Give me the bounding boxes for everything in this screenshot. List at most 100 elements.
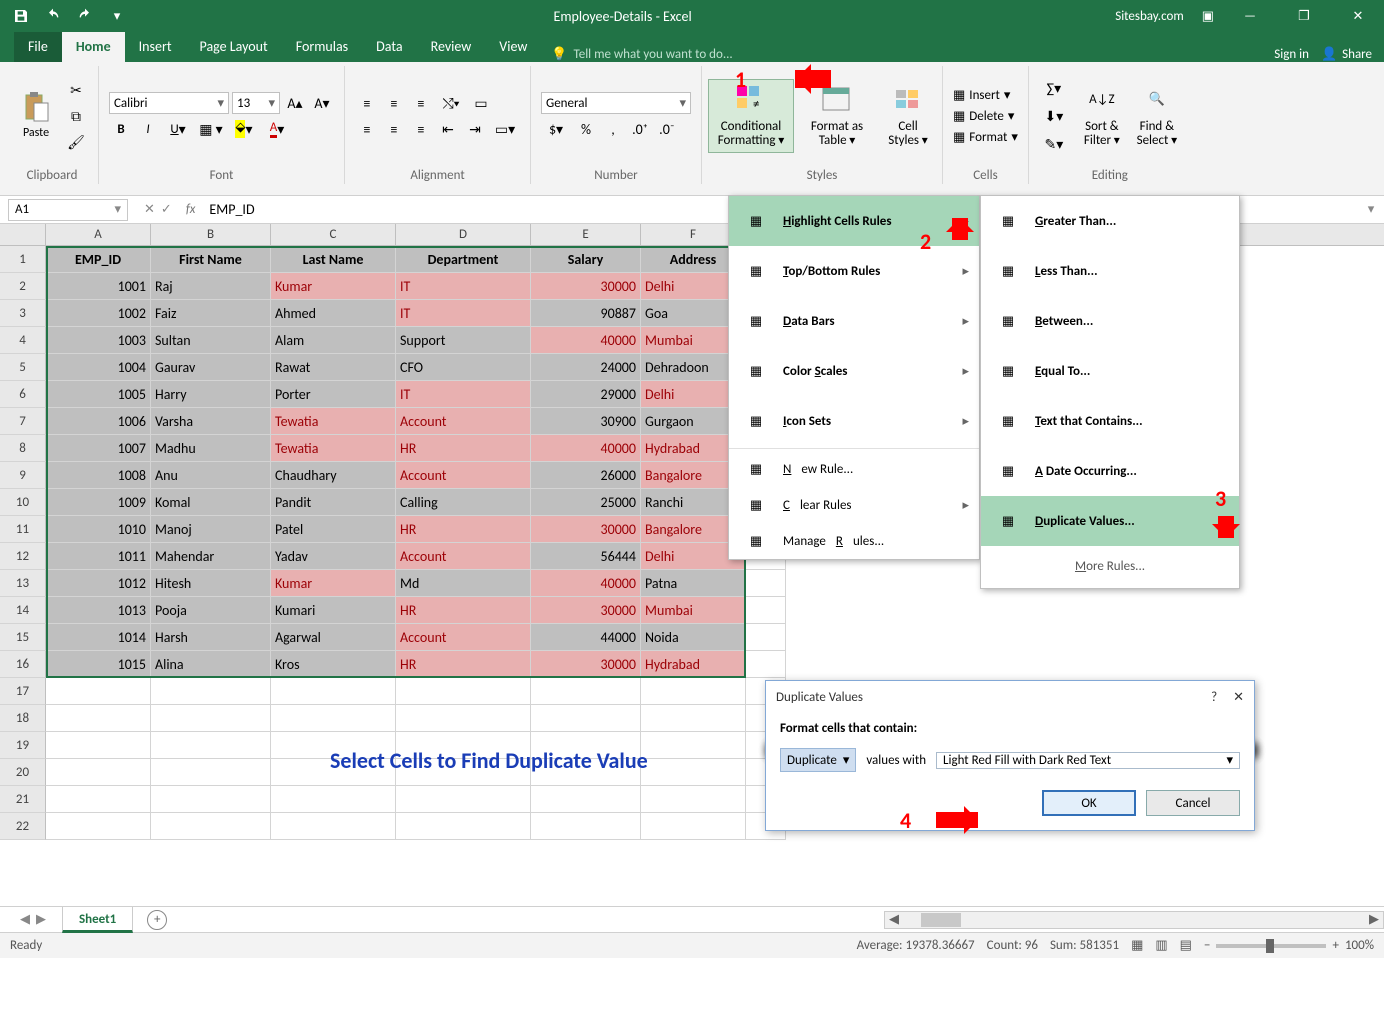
cell[interactable]: Varsha	[151, 408, 271, 435]
tab-page-layout[interactable]: Page Layout	[186, 32, 282, 62]
cell[interactable]: 1001	[46, 273, 151, 300]
cell[interactable]: Kumari	[271, 597, 396, 624]
view-page-layout-icon[interactable]: ▥	[1155, 938, 1167, 953]
view-page-break-icon[interactable]: ▤	[1180, 938, 1192, 953]
row-header[interactable]: 2	[0, 273, 46, 300]
dialog-format-select[interactable]: Light Red Fill with Dark Red Text ▾	[936, 752, 1240, 769]
ok-button[interactable]: OK	[1042, 790, 1136, 816]
border-button[interactable]: ▦ ▾	[196, 118, 226, 140]
underline-button[interactable]: U ▾	[163, 118, 193, 140]
cell[interactable]	[641, 705, 746, 732]
cell[interactable]: 40000	[531, 570, 641, 597]
cell[interactable]: Last Name	[271, 246, 396, 273]
cell[interactable]	[271, 786, 396, 813]
sort-filter-button[interactable]: A↓Z Sort & Filter ▾	[1075, 80, 1129, 153]
cell[interactable]	[641, 678, 746, 705]
cancel-button[interactable]: Cancel	[1146, 790, 1240, 816]
wrap-text-icon[interactable]: ▭	[469, 92, 493, 114]
cell[interactable]: Gaurav	[151, 354, 271, 381]
cell[interactable]: 1006	[46, 408, 151, 435]
row-header[interactable]: 15	[0, 624, 46, 651]
cell[interactable]	[46, 786, 151, 813]
dialog-help-icon[interactable]: ?	[1211, 690, 1217, 705]
italic-button[interactable]: I	[136, 118, 160, 140]
menu-manage-rules[interactable]: ▦Manage Rules...	[729, 523, 979, 559]
cell[interactable]: 30000	[531, 516, 641, 543]
decrease-indent-icon[interactable]: ⇤	[436, 118, 460, 140]
tab-home[interactable]: Home	[62, 32, 125, 62]
cell[interactable]	[151, 759, 271, 786]
tab-review[interactable]: Review	[417, 32, 486, 62]
decrease-decimal-icon[interactable]: .0⁻	[655, 118, 679, 140]
cell[interactable]: Faiz	[151, 300, 271, 327]
cell[interactable]: 1013	[46, 597, 151, 624]
cell[interactable]	[151, 786, 271, 813]
cell-styles-button[interactable]: Cell Styles ▾	[880, 80, 936, 153]
cell[interactable]	[46, 732, 151, 759]
cell[interactable]: Sultan	[151, 327, 271, 354]
align-bottom-icon[interactable]: ≡	[409, 92, 433, 114]
currency-icon[interactable]: $▾	[541, 118, 571, 140]
cell[interactable]	[396, 813, 531, 840]
menu-color-scales[interactable]: ▦Color Scales▸	[729, 346, 979, 396]
submenu-greater-than[interactable]: ▦Greater Than...	[981, 196, 1239, 246]
cell[interactable]: Alina	[151, 651, 271, 678]
cell[interactable]: 44000	[531, 624, 641, 651]
menu-top-bottom-rules[interactable]: ▦Top/Bottom Rules▸	[729, 246, 979, 296]
row-header[interactable]: 20	[0, 759, 46, 786]
column-header[interactable]: C	[271, 224, 396, 245]
cell[interactable]: Agarwal	[271, 624, 396, 651]
horizontal-scrollbar[interactable]: ◀▶	[884, 911, 1384, 929]
fill-icon[interactable]: ⬇▾	[1039, 105, 1069, 127]
cell[interactable]: Harsh	[151, 624, 271, 651]
cell[interactable]: IT	[396, 273, 531, 300]
autosum-icon[interactable]: ∑▾	[1039, 77, 1069, 99]
cell[interactable]: Tewatia	[271, 435, 396, 462]
cell[interactable]: 1014	[46, 624, 151, 651]
cell[interactable]: HR	[396, 516, 531, 543]
cell[interactable]: 1003	[46, 327, 151, 354]
row-header[interactable]: 14	[0, 597, 46, 624]
cell[interactable]	[46, 705, 151, 732]
insert-cells-button[interactable]: ▦Insert ▾	[953, 88, 1018, 103]
cell[interactable]: Department	[396, 246, 531, 273]
save-icon[interactable]	[8, 3, 34, 29]
menu-icon-sets[interactable]: ▦Icon Sets▸	[729, 396, 979, 446]
number-format-select[interactable]: General▾	[541, 92, 691, 114]
row-header[interactable]: 4	[0, 327, 46, 354]
cell[interactable]: 1004	[46, 354, 151, 381]
cell[interactable]: 40000	[531, 435, 641, 462]
cell[interactable]: Kros	[271, 651, 396, 678]
row-header[interactable]: 13	[0, 570, 46, 597]
column-header[interactable]: B	[151, 224, 271, 245]
cell[interactable]	[46, 759, 151, 786]
format-painter-icon[interactable]: 🖌	[64, 131, 88, 153]
sheet-nav-next-icon[interactable]: ▶	[36, 912, 46, 927]
cell[interactable]: 30000	[531, 273, 641, 300]
row-header[interactable]: 6	[0, 381, 46, 408]
cell[interactable]: Salary	[531, 246, 641, 273]
increase-indent-icon[interactable]: ⇥	[463, 118, 487, 140]
cell[interactable]	[531, 678, 641, 705]
cell[interactable]: 1007	[46, 435, 151, 462]
zoom-in-icon[interactable]: +	[1332, 938, 1338, 953]
enter-formula-icon[interactable]: ✓	[161, 202, 172, 217]
cell[interactable]	[746, 597, 786, 624]
row-header[interactable]: 10	[0, 489, 46, 516]
cell[interactable]: 25000	[531, 489, 641, 516]
cell[interactable]: Yadav	[271, 543, 396, 570]
row-header[interactable]: 17	[0, 678, 46, 705]
cell[interactable]: Account	[396, 543, 531, 570]
row-header[interactable]: 3	[0, 300, 46, 327]
format-as-table-button[interactable]: Format as Table ▾	[802, 80, 872, 153]
cell[interactable]	[396, 786, 531, 813]
cell[interactable]: 30000	[531, 597, 641, 624]
column-header[interactable]: A	[46, 224, 151, 245]
merge-center-icon[interactable]: ▭▾	[490, 118, 520, 140]
cell[interactable]: 90887	[531, 300, 641, 327]
cell[interactable]: Patel	[271, 516, 396, 543]
cell[interactable]: Ahmed	[271, 300, 396, 327]
zoom-control[interactable]: − + 100%	[1204, 938, 1374, 953]
tab-view[interactable]: View	[485, 32, 541, 62]
cell[interactable]: IT	[396, 300, 531, 327]
